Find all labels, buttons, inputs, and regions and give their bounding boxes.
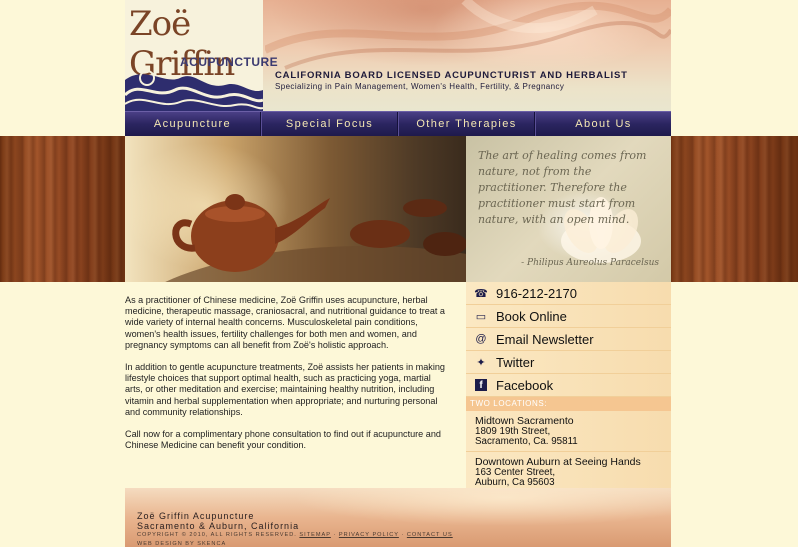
twitter-link[interactable]: ✦ Twitter	[466, 351, 671, 374]
content-paragraph: In addition to gentle acupuncture treatm…	[125, 362, 445, 417]
phone-link[interactable]: ☎ 916-212-2170	[466, 282, 671, 305]
footer-locations: Sacramento & Auburn, California	[137, 521, 300, 531]
header-swirl-decoration	[265, 0, 671, 70]
subtagline: Specializing in Pain Management, Women's…	[275, 82, 565, 91]
site-footer: Zoë Griffin Acupuncture Sacramento & Aub…	[125, 488, 671, 547]
email-newsletter-link[interactable]: @ Email Newsletter	[466, 328, 671, 351]
facebook-label: Facebook	[496, 377, 554, 393]
teapot-photo	[125, 136, 466, 282]
quote-author: - Philipus Aureolus Paracelsus	[521, 258, 659, 268]
copyright-text: COPYRIGHT © 2010, ALL RIGHTS RESERVED.	[137, 532, 297, 538]
site-header: Zoë Griffin ACUPUNCTURE CALIFORNIA BOARD…	[125, 0, 671, 111]
email-icon: @	[475, 333, 487, 345]
phone-label: 916-212-2170	[496, 285, 577, 301]
location-auburn: Downtown Auburn at Seeing Hands 163 Cent…	[466, 452, 671, 492]
quote-text: The art of healing comes from nature, no…	[478, 149, 647, 226]
contact-us-link[interactable]: CONTACT US	[407, 532, 453, 538]
footer-business-name: Zoë Griffin Acupuncture	[137, 511, 255, 521]
content-paragraph: As a practitioner of Chinese medicine, Z…	[125, 295, 445, 350]
nav-item-special-focus[interactable]: Special Focus	[261, 112, 398, 136]
footer-copyright: COPYRIGHT © 2010, ALL RIGHTS RESERVED. S…	[137, 532, 453, 538]
wood-panel-right	[670, 136, 798, 282]
tagline: CALIFORNIA BOARD LICENSED ACUPUNCTURIST …	[275, 70, 628, 81]
contact-sidebar: ☎ 916-212-2170 ▭ Book Online @ Email New…	[466, 282, 671, 488]
book-online-label: Book Online	[496, 308, 567, 324]
phone-icon: ☎	[474, 287, 488, 300]
facebook-link[interactable]: f Facebook	[466, 374, 671, 397]
facebook-icon: f	[475, 379, 487, 391]
sitemap-link[interactable]: SITEMAP	[299, 532, 330, 538]
wave-logo-icon	[125, 70, 263, 111]
teapot-illustration	[165, 194, 466, 282]
web-design-credit[interactable]: WEB DESIGN BY SKENCA	[137, 541, 226, 547]
quote-panel: The art of healing comes from nature, no…	[466, 136, 671, 282]
twitter-bird-icon: ✦	[476, 356, 486, 369]
twitter-label: Twitter	[496, 354, 535, 370]
wood-panel-left	[0, 136, 126, 282]
location-city: Auburn, Ca 95603	[475, 477, 555, 488]
main-nav: Acupuncture Special Focus Other Therapie…	[125, 111, 671, 136]
email-newsletter-label: Email Newsletter	[496, 331, 594, 347]
location-midtown: Midtown Sacramento 1809 19th Street, Sac…	[466, 411, 671, 452]
book-online-link[interactable]: ▭ Book Online	[466, 305, 671, 328]
nav-item-other-therapies[interactable]: Other Therapies	[398, 112, 535, 136]
locations-heading: TWO LOCATIONS:	[466, 397, 671, 411]
logo[interactable]: Zoë Griffin ACUPUNCTURE	[125, 0, 278, 111]
content-paragraph: Call now for a complimentary phone consu…	[125, 429, 441, 451]
nav-item-about-us[interactable]: About Us	[535, 112, 671, 136]
main-content: As a practitioner of Chinese medicine, Z…	[125, 295, 447, 462]
page-container: Zoë Griffin ACUPUNCTURE CALIFORNIA BOARD…	[125, 0, 671, 547]
location-city: Sacramento, Ca. 95811	[475, 436, 578, 447]
calendar-icon: ▭	[475, 310, 487, 323]
privacy-policy-link[interactable]: PRIVACY POLICY	[339, 532, 399, 538]
nav-item-acupuncture[interactable]: Acupuncture	[125, 112, 261, 136]
